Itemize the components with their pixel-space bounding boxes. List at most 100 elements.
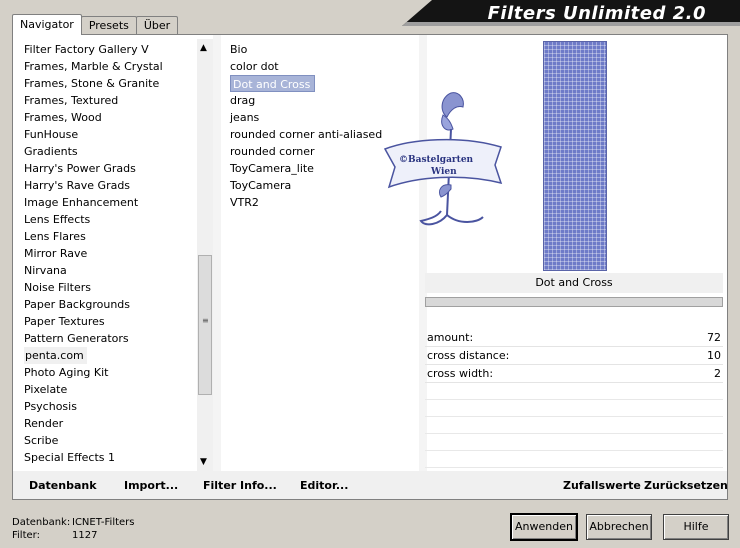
category-label: FunHouse <box>24 128 79 141</box>
category-item[interactable]: Frames, Textured <box>23 92 203 109</box>
category-label: Harry's Rave Grads <box>24 179 131 192</box>
progress-bar <box>425 297 723 307</box>
category-label: Render <box>24 417 64 430</box>
param-cross-width[interactable]: cross width: 2 <box>425 365 723 383</box>
filter-item[interactable]: color dot <box>229 58 419 75</box>
filter-label: ToyCamera <box>230 179 292 192</box>
cancel-button[interactable]: Abbrechen <box>586 514 652 540</box>
category-item[interactable]: Lens Flares <box>23 228 203 245</box>
category-item[interactable]: Psychosis <box>23 398 203 415</box>
help-button[interactable]: Hilfe <box>663 514 729 540</box>
param-label: cross width: <box>427 367 494 380</box>
category-list: Filter Factory Gallery V Frames, Marble &… <box>23 41 203 466</box>
filter-label: color dot <box>230 60 279 73</box>
apply-button[interactable]: Anwenden <box>511 514 577 540</box>
param-empty-slot <box>425 383 723 400</box>
filter-label: Bio <box>230 43 248 56</box>
filter-item[interactable]: drag <box>229 92 419 109</box>
scroll-down-icon[interactable]: ▼ <box>200 457 207 467</box>
filter-label: jeans <box>230 111 260 124</box>
tab-presets[interactable]: Presets <box>80 16 137 34</box>
category-item[interactable]: FunHouse <box>23 126 203 143</box>
param-empty-slot <box>425 434 723 451</box>
param-amount[interactable]: amount: 72 <box>425 329 723 347</box>
import-button[interactable]: Import... <box>124 479 178 492</box>
current-filter-name: Dot and Cross <box>425 273 723 293</box>
randomize-button[interactable]: Zufallswerte <box>563 479 641 492</box>
category-label: Paper Textures <box>24 315 105 328</box>
watermark-text-2: Wien <box>431 167 457 177</box>
datenbank-button[interactable]: Datenbank <box>29 479 97 492</box>
category-label: penta.com <box>24 347 87 364</box>
category-label: Lens Effects <box>24 213 91 226</box>
filter-info-button[interactable]: Filter Info... <box>203 479 277 492</box>
filter-item[interactable]: VTR2 <box>229 194 419 211</box>
category-item[interactable]: penta.com <box>23 347 203 364</box>
filter-item[interactable]: Dot and Cross <box>229 75 419 92</box>
category-label: Photo Aging Kit <box>24 366 109 379</box>
filter-item[interactable]: rounded corner <box>229 143 419 160</box>
status-filter-count: 1127 <box>72 530 98 541</box>
status-db-value: ICNET-Filters <box>72 517 135 528</box>
filter-label: Dot and Cross <box>230 75 316 92</box>
filter-label: rounded corner <box>230 145 315 158</box>
param-value: 10 <box>707 349 721 362</box>
filter-list: Bio color dot Dot and Cross drag jeans rounde… <box>229 41 419 211</box>
editor-button[interactable]: Editor... <box>300 479 348 492</box>
category-label: Pixelate <box>24 383 68 396</box>
category-item[interactable]: Mirror Rave <box>23 245 203 262</box>
category-item[interactable]: Harry's Power Grads <box>23 160 203 177</box>
category-label: Special Effects 1 <box>24 451 116 464</box>
category-item[interactable]: Image Enhancement <box>23 194 203 211</box>
filter-preview-image <box>543 41 607 271</box>
filter-item[interactable]: jeans <box>229 109 419 126</box>
tab-ueber[interactable]: Über <box>135 16 179 34</box>
category-item[interactable]: Special Effects 1 <box>23 449 203 466</box>
category-label: Pattern Generators <box>24 332 129 345</box>
category-label: Gradients <box>24 145 78 158</box>
category-item[interactable]: Harry's Rave Grads <box>23 177 203 194</box>
filter-item[interactable]: ToyCamera_lite <box>229 160 419 177</box>
param-value: 2 <box>714 367 721 380</box>
category-item[interactable]: Paper Textures <box>23 313 203 330</box>
column-divider <box>213 35 221 471</box>
filter-label: VTR2 <box>230 196 259 209</box>
param-cross-distance[interactable]: cross distance: 10 <box>425 347 723 365</box>
filter-item[interactable]: Bio <box>229 41 419 58</box>
category-label: Frames, Marble & Crystal <box>24 60 163 73</box>
category-item[interactable]: Frames, Wood <box>23 109 203 126</box>
category-scrollbar[interactable]: ▲ ≡ ▼ <box>197 39 213 471</box>
category-item[interactable]: Pattern Generators <box>23 330 203 347</box>
scrollbar-thumb[interactable]: ≡ <box>198 255 212 395</box>
reset-button[interactable]: Zurücksetzen <box>644 479 728 492</box>
category-item[interactable]: Noise Filters <box>23 279 203 296</box>
category-item[interactable]: Paper Backgrounds <box>23 296 203 313</box>
category-item[interactable]: Photo Aging Kit <box>23 364 203 381</box>
category-item[interactable]: Render <box>23 415 203 432</box>
category-item[interactable]: Lens Effects <box>23 211 203 228</box>
filter-item[interactable]: ToyCamera <box>229 177 419 194</box>
param-value: 72 <box>707 331 721 344</box>
filter-label: ToyCamera_lite <box>230 162 314 175</box>
title-banner: Filters Unlimited 2.0 <box>402 0 740 26</box>
category-item[interactable]: Pixelate <box>23 381 203 398</box>
action-bar: Datenbank Import... Filter Info... Edito… <box>13 471 728 499</box>
category-label: Image Enhancement <box>24 196 139 209</box>
navigator-panel: Filter Factory Gallery V Frames, Marble &… <box>12 34 728 500</box>
param-empty-slot <box>425 417 723 434</box>
tab-navigator[interactable]: Navigator <box>12 14 82 35</box>
category-label: Frames, Wood <box>24 111 102 124</box>
status-db-label: Datenbank: <box>12 517 71 528</box>
filter-label: drag <box>230 94 256 107</box>
tab-bar: Navigator Presets Über <box>12 14 179 35</box>
category-item[interactable]: Nirvana <box>23 262 203 279</box>
scroll-up-icon[interactable]: ▲ <box>200 43 207 53</box>
filter-item[interactable]: rounded corner anti-aliased <box>229 126 419 143</box>
category-item[interactable]: Gradients <box>23 143 203 160</box>
parameter-list: amount: 72 cross distance: 10 cross widt… <box>425 329 723 468</box>
category-item[interactable]: Frames, Stone & Granite <box>23 75 203 92</box>
category-item[interactable]: Scribe <box>23 432 203 449</box>
category-item[interactable]: Filter Factory Gallery V <box>23 41 203 58</box>
category-item[interactable]: Frames, Marble & Crystal <box>23 58 203 75</box>
category-label: Paper Backgrounds <box>24 298 131 311</box>
